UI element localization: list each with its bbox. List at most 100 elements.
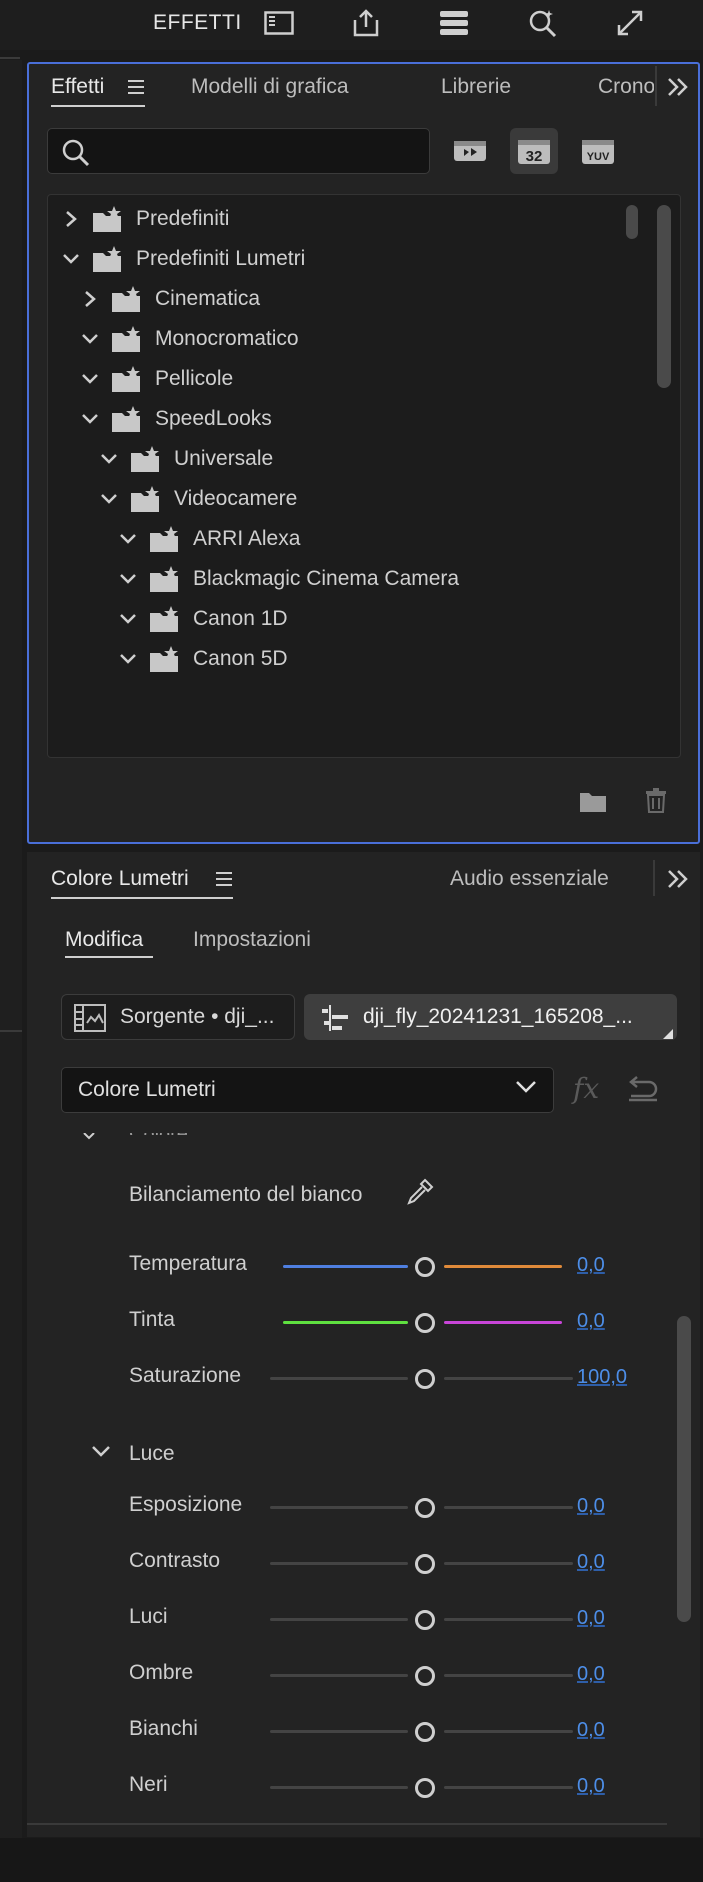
tree-item[interactable]: Pellicole: [79, 359, 233, 399]
fx-toggle[interactable]: fx: [573, 1072, 599, 1105]
slider-value[interactable]: 0,0: [577, 1719, 605, 1742]
slider-handle[interactable]: [415, 1554, 435, 1574]
overflow-tabs-icon[interactable]: [667, 869, 689, 894]
new-folder-icon[interactable]: [579, 789, 607, 818]
chevron-down-icon[interactable]: [79, 408, 101, 430]
tab-colore-lumetri[interactable]: Colore Lumetri: [51, 867, 189, 891]
section-luce[interactable]: Luce: [129, 1442, 175, 1466]
tab-audio-essenziale[interactable]: Audio essenziale: [450, 867, 609, 891]
share-icon[interactable]: [349, 6, 383, 40]
chevron-down-icon[interactable]: [98, 488, 120, 510]
slider-handle[interactable]: [415, 1666, 435, 1686]
tree-item[interactable]: Blackmagic Cinema Camera: [117, 559, 459, 599]
panel-menu-icon[interactable]: [216, 871, 232, 892]
tree-item-label: Predefiniti: [136, 207, 230, 230]
slider-track-left[interactable]: [270, 1674, 408, 1677]
search-input[interactable]: [47, 128, 430, 174]
slider-track-left[interactable]: [270, 1377, 408, 1380]
tab-effetti[interactable]: Effetti: [51, 75, 104, 99]
tab-librerie[interactable]: Librerie: [441, 75, 511, 99]
slider-track-right[interactable]: [444, 1321, 562, 1324]
chevron-down-icon[interactable]: [79, 328, 101, 350]
slider-track-right[interactable]: [444, 1730, 573, 1733]
slider-handle[interactable]: [415, 1498, 435, 1518]
slider-handle[interactable]: [415, 1610, 435, 1630]
slider-track-left[interactable]: [283, 1265, 408, 1268]
slider-handle[interactable]: [415, 1369, 435, 1389]
tree-scrollbar[interactable]: [657, 205, 671, 388]
slider-track-left[interactable]: [270, 1506, 408, 1509]
slider-track-left[interactable]: [270, 1618, 408, 1621]
magic-search-icon[interactable]: [526, 6, 560, 40]
slider-value[interactable]: 0,0: [577, 1551, 605, 1574]
tree-item[interactable]: Universale: [98, 439, 273, 479]
chevron-down-icon[interactable]: [91, 1445, 111, 1464]
tree-item-label: Pellicole: [155, 367, 234, 390]
slider-track-right[interactable]: [444, 1618, 573, 1621]
tree-item[interactable]: ARRI Alexa: [117, 519, 300, 559]
chevron-down-icon[interactable]: [117, 608, 139, 630]
corner-triangle-icon: [663, 1026, 673, 1044]
yuv-filter-button[interactable]: YUV: [574, 128, 622, 174]
tree-item[interactable]: Predefiniti Lumetri: [60, 239, 305, 279]
stack-icon[interactable]: [437, 6, 471, 40]
source-clip-label: Sorgente • dji_...: [120, 1005, 275, 1028]
slider-track-left[interactable]: [270, 1730, 408, 1733]
tab-modelli-di-grafica[interactable]: Modelli di grafica: [191, 75, 349, 99]
chevron-right-icon[interactable]: [60, 208, 82, 230]
panel-menu-icon[interactable]: [128, 79, 144, 100]
slider-handle[interactable]: [415, 1257, 435, 1277]
slider-track-left[interactable]: [270, 1786, 408, 1789]
source-clip-icon: [74, 1003, 106, 1038]
subtab-modifica[interactable]: Modifica: [65, 928, 143, 952]
tree-item[interactable]: Videocamere: [98, 479, 297, 519]
chevron-right-icon[interactable]: [79, 288, 101, 310]
slider-track-right[interactable]: [444, 1506, 573, 1509]
slider-handle[interactable]: [415, 1722, 435, 1742]
tree-scrollbar-thumb[interactable]: [626, 205, 638, 239]
tab-crono[interactable]: Crono: [598, 75, 654, 99]
tree-item[interactable]: Canon 5D: [117, 639, 288, 679]
slider-label: Esposizione: [129, 1493, 243, 1516]
slider-track-right[interactable]: [444, 1377, 573, 1380]
32-bit-filter-button[interactable]: 32: [510, 128, 558, 174]
chevron-down-icon[interactable]: [117, 568, 139, 590]
preset-folder-icon: [149, 525, 181, 553]
reset-icon[interactable]: [625, 1076, 659, 1107]
slider-handle[interactable]: [415, 1778, 435, 1798]
slider-track-right[interactable]: [444, 1562, 573, 1565]
subtab-impostazioni[interactable]: Impostazioni: [193, 928, 311, 952]
eyedropper-icon[interactable]: [405, 1177, 435, 1212]
chevron-down-icon[interactable]: [60, 248, 82, 270]
tree-item[interactable]: Cinematica: [79, 279, 260, 319]
accelerated-effects-filter-button[interactable]: [446, 128, 494, 174]
slider-value[interactable]: 0,0: [577, 1495, 605, 1518]
expand-icon[interactable]: [613, 6, 647, 40]
overflow-tabs-icon[interactable]: [667, 77, 689, 102]
tree-item[interactable]: Canon 1D: [117, 599, 288, 639]
slider-value[interactable]: 0,0: [577, 1310, 605, 1333]
slider-track-right[interactable]: [444, 1265, 562, 1268]
chevron-down-icon[interactable]: [79, 368, 101, 390]
slider-value[interactable]: 0,0: [577, 1607, 605, 1630]
preset-folder-icon: [130, 445, 162, 473]
slider-track-right[interactable]: [444, 1674, 573, 1677]
slider-value[interactable]: 0,0: [577, 1775, 605, 1798]
slider-handle[interactable]: [415, 1313, 435, 1333]
slider-track-left[interactable]: [270, 1562, 408, 1565]
slider-value[interactable]: 0,0: [577, 1254, 605, 1277]
workspace-title[interactable]: EFFETTI: [153, 11, 242, 35]
tree-item[interactable]: Predefiniti: [60, 199, 229, 239]
slider-track-right[interactable]: [444, 1786, 573, 1789]
chevron-down-icon[interactable]: [98, 448, 120, 470]
trash-icon[interactable]: [645, 787, 667, 818]
slider-value[interactable]: 0,0: [577, 1663, 605, 1686]
tree-item[interactable]: SpeedLooks: [79, 399, 272, 439]
slider-track-left[interactable]: [283, 1321, 408, 1324]
tree-item[interactable]: Monocromatico: [79, 319, 299, 359]
sidebar-icon[interactable]: [262, 6, 296, 40]
chevron-down-icon[interactable]: [117, 528, 139, 550]
chevron-down-icon[interactable]: [117, 648, 139, 670]
slider-value[interactable]: 100,0: [577, 1366, 627, 1389]
lumetri-scrollbar[interactable]: [677, 1316, 691, 1622]
